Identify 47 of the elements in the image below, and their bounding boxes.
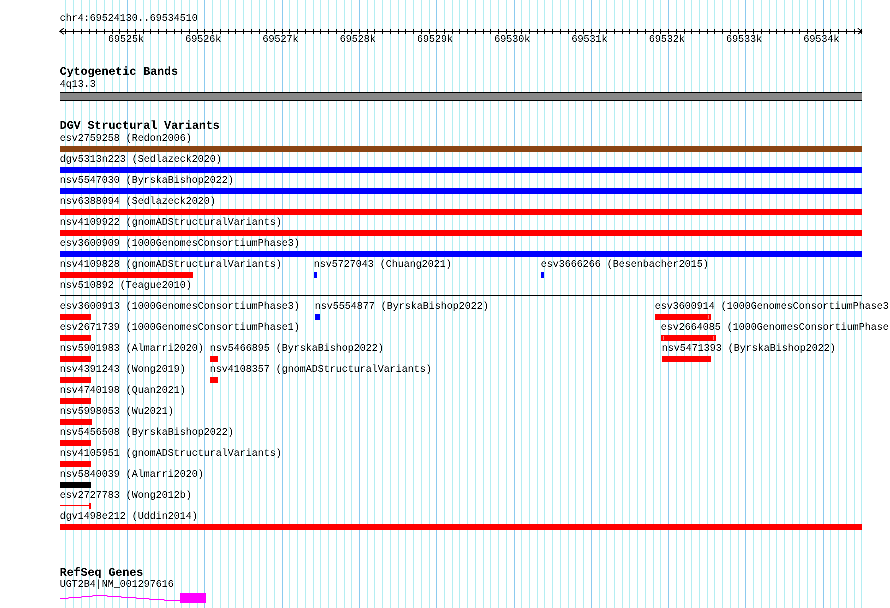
variant-label: nsv4391243 (Wong2019) [60, 366, 186, 376]
tick-label: 69526k [185, 36, 222, 46]
variant-label: nsv4105951 (gnomADStructuralVariants) [60, 450, 282, 460]
variant-label: nsv4109922 (gnomADStructuralVariants) [60, 219, 282, 229]
variant-label: dgv1498e212 (Uddin2014) [60, 513, 198, 523]
variant-label: nsv4108357 (gnomADStructuralVariants) [210, 366, 432, 376]
tick-label: 69529k [417, 36, 454, 46]
variant-label: nsv5456508 (ByrskaBishop2022) [60, 429, 234, 439]
band-label: 4q13.3 [60, 81, 96, 91]
variant-label: esv3666266 (Besenbacher2015) [541, 261, 710, 271]
cytoband-bar[interactable] [60, 92, 862, 101]
tick-label: 69530k [494, 36, 531, 46]
gene-label: UGT2B4|NM_001297616 [60, 581, 174, 591]
variant-label: nsv5547030 (ByrskaBishop2022) [60, 177, 234, 187]
variant-label: nsv5471393 (ByrskaBishop2022) [662, 345, 836, 355]
tick-label: 69532k [649, 36, 686, 46]
variant-label: nsv6388094 (Sedlazeck2020) [60, 198, 216, 208]
track-title: DGV Structural Variants [60, 121, 220, 133]
variant-label: esv2664085 (1000GenomesConsortiumPhase [661, 324, 890, 334]
variant-label: nsv5554877 (ByrskaBishop2022) [315, 303, 490, 313]
tick-label: 69528k [340, 36, 376, 46]
variant-label: nsv5901983 (Almarri2020) [60, 345, 204, 355]
variant-label: esv3600914 (1000GenomesConsortiumPhase3 [655, 303, 890, 313]
variant-label: esv3600909 (1000GenomesConsortiumPhase3) [60, 240, 300, 250]
variant-label: nsv5998053 (Wu2021) [60, 408, 174, 418]
variant-label: nsv510892 (Teague2010) [60, 282, 192, 292]
tick-label: 69527k [262, 36, 299, 46]
variant-bar[interactable] [661, 335, 716, 341]
variant-label: nsv5466895 (ByrskaBishop2022) [210, 345, 384, 355]
position-label: chr4:69524130..69534510 [60, 15, 198, 25]
tick-label: 69531k [572, 36, 608, 46]
variant-label: esv3600913 (1000GenomesConsortiumPhase3) [60, 303, 300, 313]
variant-label: esv2671739 (1000GenomesConsortiumPhase1) [60, 324, 300, 334]
variant-label: esv2759258 (Redon2006) [60, 135, 192, 145]
variant-label: nsv4109828 (gnomADStructuralVariants) [60, 261, 282, 271]
variant-bar[interactable] [60, 503, 91, 509]
tick-label: 69533k [726, 36, 762, 46]
tick-label: 69534k [804, 36, 840, 46]
tick-label: 69525k [108, 36, 144, 46]
track-title: Cytogenetic Bands [60, 67, 178, 79]
variant-label: dgv5313n223 (Sedlazeck2020) [60, 156, 222, 166]
variant-label: nsv4740198 (Quan2021) [60, 387, 186, 397]
variant-label: nsv5727043 (Chuang2021) [314, 261, 452, 271]
variant-label: esv2727783 (Wong2012b) [60, 492, 192, 502]
gene-drawing[interactable] [60, 593, 207, 603]
track-title: RefSeq Genes [60, 568, 144, 580]
variant-label: nsv5840039 (Almarri2020) [60, 471, 204, 481]
